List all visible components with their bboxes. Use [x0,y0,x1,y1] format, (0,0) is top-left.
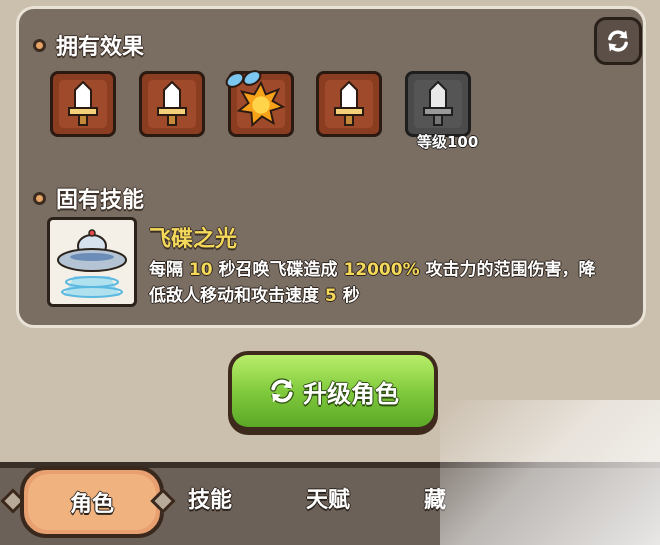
desc-interval-value: 10 [188,260,213,280]
effect-slot-3[interactable] [225,70,294,137]
innate-skill-title: 固有技能 [56,188,145,213]
owned-effects-header: 拥有效果 [33,29,144,61]
watermark-overlay [440,400,660,545]
sword-icon [423,80,453,126]
ufo-skill-icon[interactable] [47,217,137,307]
owned-effects-title: 拥有效果 [56,35,145,60]
unlock-level-label: 等级100 [417,133,479,151]
refresh-icon [608,30,628,52]
tab-skills[interactable]: 技能 [188,482,232,514]
desc-text: 每隔 [149,260,183,280]
effect-slot-2[interactable] [139,71,205,137]
ufo-icon [57,229,127,298]
upgrade-cycle-icon [270,378,294,404]
tab-talents[interactable]: 天赋 [306,482,350,514]
character-info-panel: 拥有效果 等级100 固有技能 飞碟之光 每隔 10 秒召唤飞碟造成 12000… [16,6,646,328]
effect-slot-5-locked[interactable] [405,71,471,137]
desc-text: 秒召唤飞碟造成 [218,260,338,280]
upgrade-character-button[interactable]: 升级角色 [228,351,438,435]
desc-text: 秒 [342,286,360,306]
tab-character-label: 角色 [28,474,156,530]
effect-slot-1[interactable] [50,71,116,137]
skill-name: 飞碟之光 [149,227,238,252]
desc-percent-value: 12000% [343,260,420,280]
effect-slot-4[interactable] [316,71,382,137]
tab-character-active[interactable]: 角色 [20,466,164,538]
sword-icon [68,80,98,126]
innate-skill-header: 固有技能 [33,182,144,214]
bullet-icon [33,191,46,205]
sword-icon [157,80,187,126]
droplets-icon [225,70,262,88]
sword-icon [334,80,364,126]
bullet-icon [33,38,46,52]
skill-description: 每隔 10 秒召唤飞碟造成 12000% 攻击力的范围伤害，降低敌人移动和攻击速… [149,257,599,309]
refresh-button[interactable] [594,17,642,65]
desc-duration-value: 5 [324,286,337,306]
upgrade-button-label: 升级角色 [303,379,399,408]
